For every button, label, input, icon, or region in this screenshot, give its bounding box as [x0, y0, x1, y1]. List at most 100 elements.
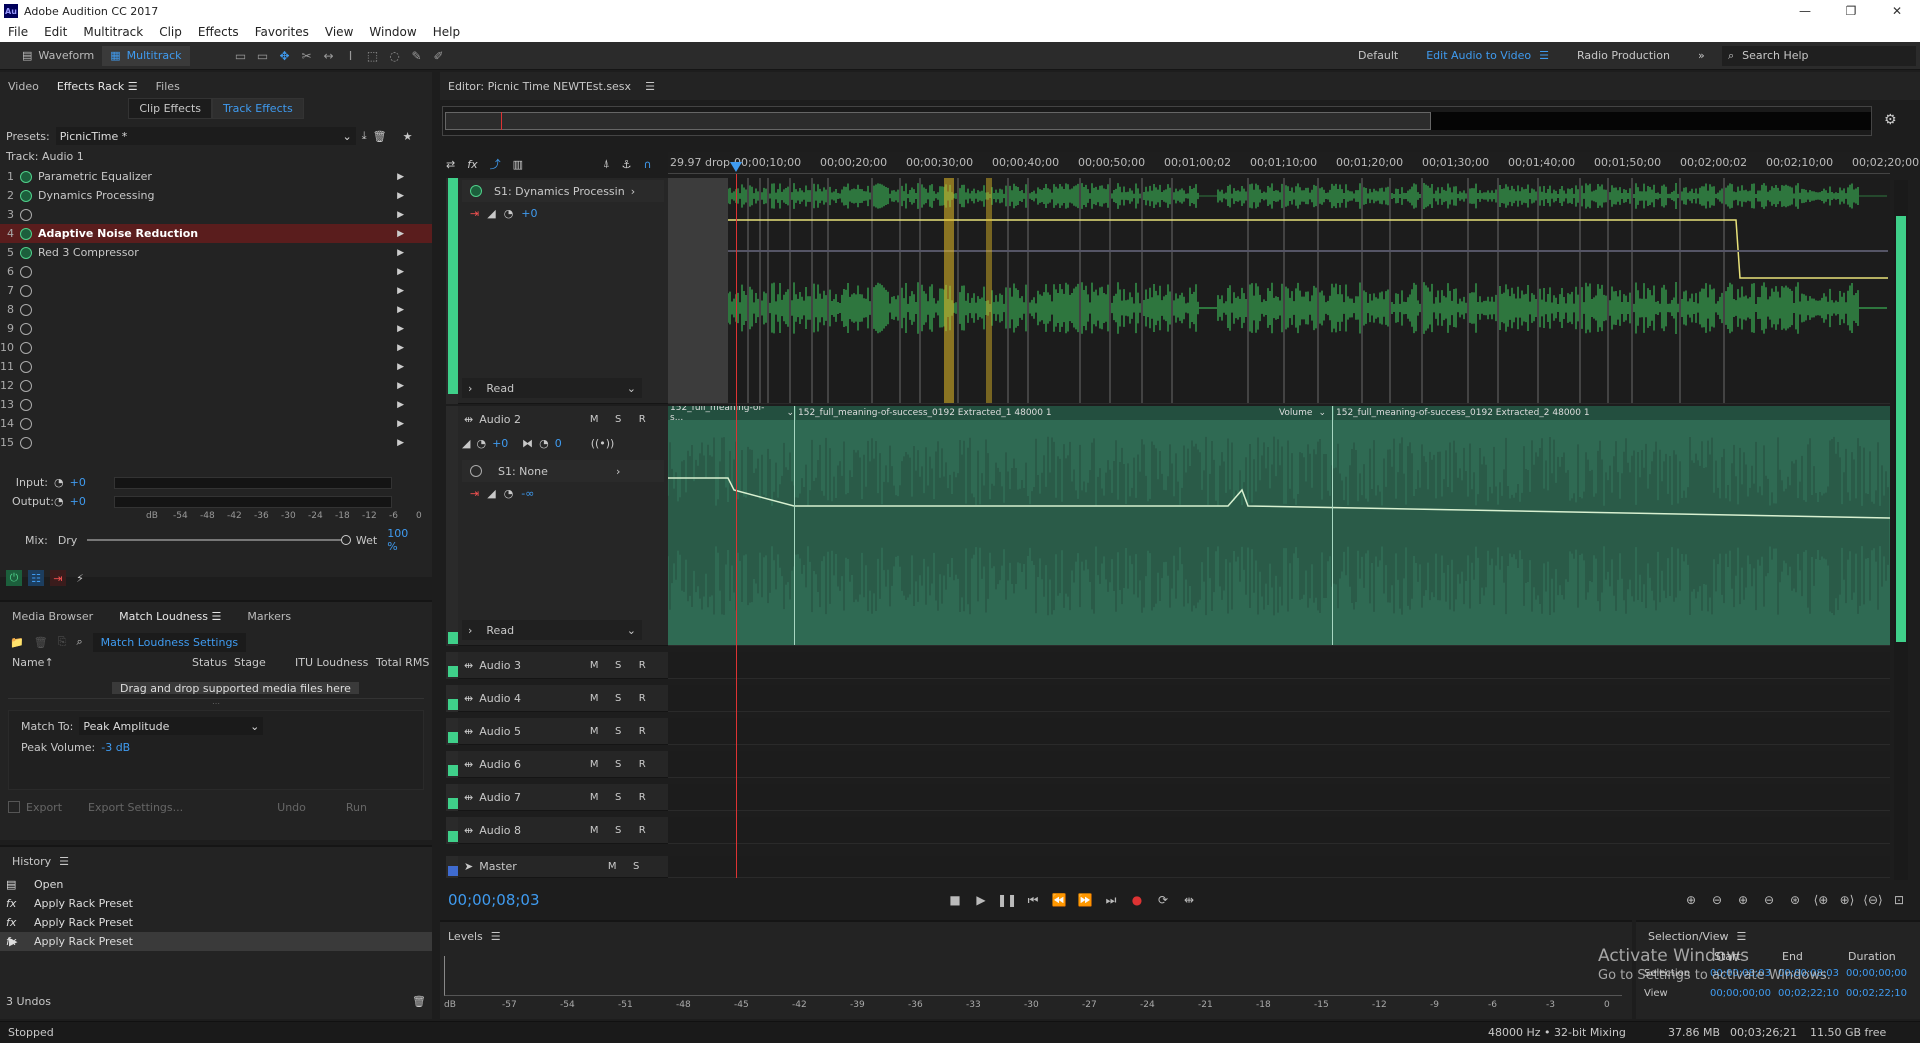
tab-match-loudness[interactable]: Match Loudness ☰	[119, 610, 221, 623]
effect-slot[interactable]: 13 ▶	[0, 395, 432, 414]
effect-slot[interactable]: 3 ▶	[0, 205, 432, 224]
slot-power-icon[interactable]	[20, 398, 32, 411]
slot-menu-icon[interactable]: ▶	[397, 438, 404, 448]
zoom-selection-icon[interactable]: ⊛	[1782, 889, 1808, 911]
slot-menu-icon[interactable]: ▶	[397, 343, 404, 353]
menu-effects[interactable]: Effects	[190, 25, 247, 39]
track-name[interactable]: Audio 5	[479, 725, 579, 738]
go-to-start-icon[interactable]: ⏮	[1020, 889, 1046, 911]
pitch-icon[interactable]: ▭	[252, 46, 274, 66]
spectral-icon[interactable]: ▭	[230, 46, 252, 66]
menu-clip[interactable]: Clip	[151, 25, 190, 39]
tab-clip-effects[interactable]: Clip Effects	[128, 98, 212, 119]
remove-icon[interactable]: 🗑	[34, 636, 48, 649]
history-item[interactable]: fx Apply Rack Preset	[0, 894, 432, 913]
record-arm-button[interactable]: R	[633, 825, 651, 836]
brush-icon[interactable]: ✎	[406, 46, 428, 66]
pan-knob-icon[interactable]: ◔	[539, 437, 549, 450]
record-icon[interactable]: ●	[1124, 889, 1150, 911]
razor-tool-icon[interactable]: ✂	[296, 46, 318, 66]
slot-power-icon[interactable]	[20, 227, 32, 240]
track-name[interactable]: Audio 6	[479, 758, 579, 771]
track-lane[interactable]	[668, 652, 1890, 679]
track-lane[interactable]	[668, 751, 1890, 778]
slot-menu-icon[interactable]: ▶	[397, 381, 404, 391]
track-2-pan[interactable]: 0	[555, 437, 585, 450]
rack-list-icon[interactable]: ☷	[28, 570, 44, 586]
menu-favorites[interactable]: Favorites	[247, 25, 317, 39]
track-2-lane[interactable]: 152_full_meaning-of-s... ⌄ 152_full_meani…	[668, 406, 1890, 646]
record-arm-button[interactable]: R	[633, 414, 651, 425]
wet-value[interactable]: 100 %	[387, 527, 422, 553]
menu-window[interactable]: Window	[361, 25, 424, 39]
volume-knob-icon[interactable]: ◔	[504, 207, 514, 220]
effect-slot[interactable]: 11 ▶	[0, 357, 432, 376]
scroll-thumb[interactable]	[1896, 216, 1906, 642]
solo-button[interactable]: S	[609, 693, 627, 704]
search-help-field[interactable]: ⌕ Search Help	[1722, 45, 1916, 66]
solo-button[interactable]: S	[627, 861, 645, 872]
effect-slot[interactable]: 6 ▶	[0, 262, 432, 281]
track-name[interactable]: Audio 3	[479, 659, 579, 672]
match-loudness-settings-button[interactable]: Match Loudness Settings	[92, 632, 247, 652]
fx-icon[interactable]: fx	[467, 158, 477, 171]
track-2-volume[interactable]: +0	[492, 437, 516, 450]
track-fx-power-icon[interactable]	[470, 185, 482, 197]
slot-power-icon[interactable]	[20, 360, 32, 373]
save-preset-icon[interactable]: ⤓	[362, 129, 367, 143]
analyze-icon[interactable]: ⌕	[76, 635, 82, 649]
effect-slot[interactable]: 12 ▶	[0, 376, 432, 395]
overview-view-range[interactable]	[445, 112, 1431, 130]
tab-files[interactable]: Files	[156, 80, 180, 93]
mute-button[interactable]: M	[603, 861, 621, 872]
mute-button[interactable]: M	[585, 759, 603, 770]
panel-menu-icon[interactable]: ☰	[491, 930, 501, 943]
sidechain-icon[interactable]: ⇥	[470, 487, 479, 500]
mute-button[interactable]: M	[585, 726, 603, 737]
slot-menu-icon[interactable]: ▶	[397, 172, 404, 182]
output-value[interactable]: +0	[70, 495, 100, 508]
waveform-button[interactable]: ▤ Waveform	[14, 46, 102, 66]
zoom-navigator-icon[interactable]: ⚙	[1884, 112, 1897, 128]
zoom-in-amplitude-icon[interactable]: ⊕	[1678, 889, 1704, 911]
slot-power-icon[interactable]	[20, 265, 32, 278]
effect-slot[interactable]: 4 Adaptive Noise Reduction ▶	[0, 224, 432, 243]
solo-button[interactable]: S	[609, 759, 627, 770]
presets-dropdown[interactable]: PicnicTime * ⌄	[55, 127, 356, 145]
solo-button[interactable]: S	[609, 414, 627, 425]
col-status[interactable]: Status	[192, 656, 227, 669]
slot-power-icon[interactable]	[20, 189, 32, 202]
time-selection-icon[interactable]: I	[340, 46, 362, 66]
input-knob-icon[interactable]: ◔	[54, 476, 64, 489]
rack-bolt-icon[interactable]: ⚡	[72, 570, 88, 586]
workspace-edit-audio-video[interactable]: Edit Audio to Video	[1426, 49, 1531, 62]
zoom-out-time-icon[interactable]: ⊖	[1756, 889, 1782, 911]
slot-power-icon[interactable]	[20, 379, 32, 392]
track-1-fx-name[interactable]: S1: Dynamics Processin	[494, 185, 625, 198]
slot-power-icon[interactable]	[20, 322, 32, 335]
history-item-current[interactable]: ▶ fx Apply Rack Preset	[0, 932, 432, 951]
splitter-handle[interactable]: ⋯	[8, 698, 424, 708]
match-to-dropdown[interactable]: Peak Amplitude ⌄	[79, 717, 264, 735]
workspace-default[interactable]: Default	[1358, 49, 1398, 62]
metronome-icon[interactable]: ⍋	[603, 157, 610, 171]
volume-knob-icon[interactable]: ◔	[504, 487, 514, 500]
slot-menu-icon[interactable]: ▶	[397, 248, 404, 258]
mute-button[interactable]: M	[585, 792, 603, 803]
more-workspaces-icon[interactable]: »	[1698, 49, 1705, 62]
solo-button[interactable]: S	[609, 792, 627, 803]
record-arm-button[interactable]: R	[633, 759, 651, 770]
zoom-out-amplitude-icon[interactable]: ⊖	[1704, 889, 1730, 911]
col-stage[interactable]: Stage	[234, 656, 266, 669]
mute-button[interactable]: M	[585, 693, 603, 704]
healing-icon[interactable]: ✐	[428, 46, 450, 66]
rewind-icon[interactable]: ⏪	[1046, 889, 1072, 911]
effect-slot[interactable]: 15 ▶	[0, 433, 432, 452]
delete-preset-icon[interactable]: 🗑	[373, 130, 387, 143]
slot-power-icon[interactable]	[20, 246, 32, 259]
solo-button[interactable]: S	[609, 660, 627, 671]
panel-menu-icon[interactable]: ☰	[645, 80, 655, 93]
rack-power-icon[interactable]: ⏻	[6, 570, 22, 586]
drop-zone[interactable]: Drag and drop supported media files here	[8, 682, 424, 694]
marquee-icon[interactable]: ⬚	[362, 46, 384, 66]
